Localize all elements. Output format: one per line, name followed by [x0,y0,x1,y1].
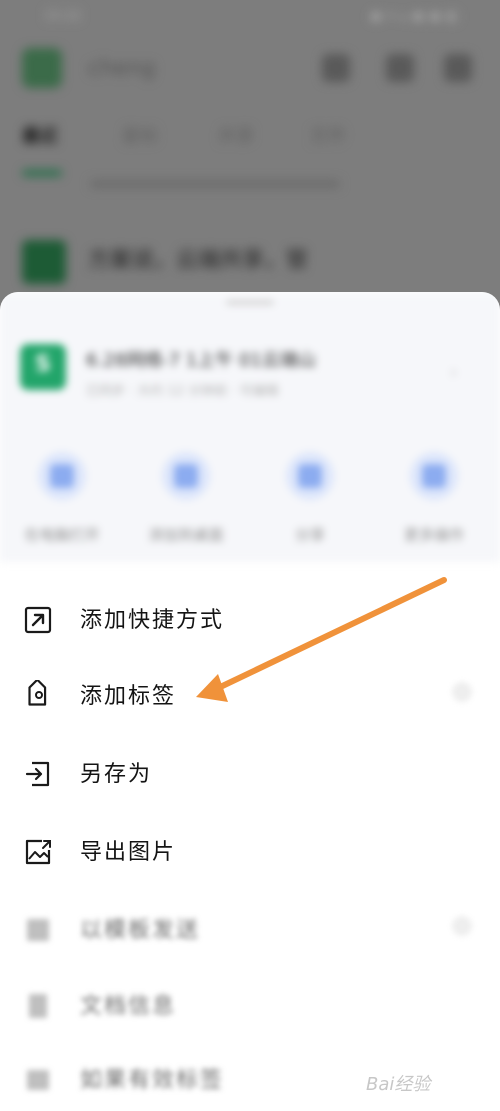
file-title: 6.28网络-7 1上午 01云端山 [86,350,316,371]
chevron-right-icon[interactable]: › [450,362,457,383]
tab-recent[interactable]: 最近 [22,122,58,148]
menu-item-label: 导出图片 [80,840,177,865]
template-icon [27,919,49,941]
menu-item-label: 如果有效标签 [80,1068,225,1093]
search-icon[interactable] [386,54,414,82]
chevron-right-icon [452,916,472,936]
sheet-grabber[interactable] [226,300,274,305]
spreadsheet-file-icon: S [20,344,66,390]
document-icon [29,994,47,1018]
menu-item-add-tag[interactable]: 添加标签 [0,658,500,734]
grid-icon[interactable] [322,54,350,82]
tag-icon [28,680,47,706]
sheet-header: S 6.28网络-7 1上午 01云端山 已同步 · 大约 12 分钟前 · 可… [0,292,500,562]
menu-item-export-image[interactable]: 导出图片 [0,814,500,890]
folder-icon [27,1070,49,1090]
quick-action-label: 更多操作 [403,526,464,544]
status-indicators: ◼ ▾ ▴ ◼ ◼ ◧ [370,9,460,24]
quick-action-label: 分享 [294,526,325,544]
quick-action-label: 在电脑打开 [24,526,100,544]
tab-files[interactable]: 文件 [310,122,346,148]
file-row-title[interactable]: 方案说，云端共享，管 [88,242,308,274]
shortcut-arrow-icon [24,606,52,634]
more-actions-button[interactable]: 更多操作 [382,452,492,552]
file-meta: 已同步 · 大约 12 分钟前 · 可编辑 [86,384,279,399]
file-icon-letter: S [35,352,51,377]
status-bar: 15:22 ◼ ▾ ▴ ◼ ◼ ◧ [0,6,500,30]
file-row-icon [22,240,66,284]
more-icon[interactable] [444,54,472,82]
tab-shared[interactable]: 共享 [218,122,254,148]
baidu-jingyan-watermark: Bai经验 [366,1058,476,1098]
menu-item-send-as-template[interactable]: 以模板发送 [0,892,500,968]
user-name: cheng [88,56,156,81]
user-avatar[interactable] [22,48,62,88]
action-sheet: S 6.28网络-7 1上午 01云端山 已同步 · 大约 12 分钟前 · 可… [0,292,500,1111]
chevron-right-icon [452,682,472,702]
tab-starred[interactable]: 星标 [122,122,158,148]
menu-item-label: 添加标签 [80,684,177,709]
add-to-desktop-button[interactable]: 添加到桌面 [134,452,244,552]
export-image-icon [25,839,51,865]
save-as-icon [25,761,50,787]
menu-item-add-shortcut[interactable]: 添加快捷方式 [0,582,500,658]
more-icon [410,452,458,500]
background-text-line [90,180,340,188]
watermark-text: Bai经验 [366,1074,431,1095]
computer-icon [38,452,86,500]
menu-item-label: 以模板发送 [80,918,201,943]
menu-item-label: 另存为 [80,762,153,787]
share-icon [286,452,334,500]
menu-item-label: 添加快捷方式 [80,608,225,633]
desktop-icon [162,452,210,500]
open-on-computer-button[interactable]: 在电脑打开 [10,452,120,552]
active-tab-indicator [22,170,62,176]
menu-item-label: 文档信息 [80,994,177,1019]
menu-item-document-info[interactable]: 文档信息 [0,968,500,1044]
status-time: 15:22 [44,9,82,24]
background-app: 15:22 ◼ ▾ ▴ ◼ ◼ ◧ cheng 最近 星标 共享 文件 方案说，… [0,0,500,330]
share-button[interactable]: 分享 [258,452,368,552]
menu-item-save-as[interactable]: 另存为 [0,736,500,812]
app-header: cheng [0,44,500,94]
quick-action-label: 添加到桌面 [148,526,224,544]
